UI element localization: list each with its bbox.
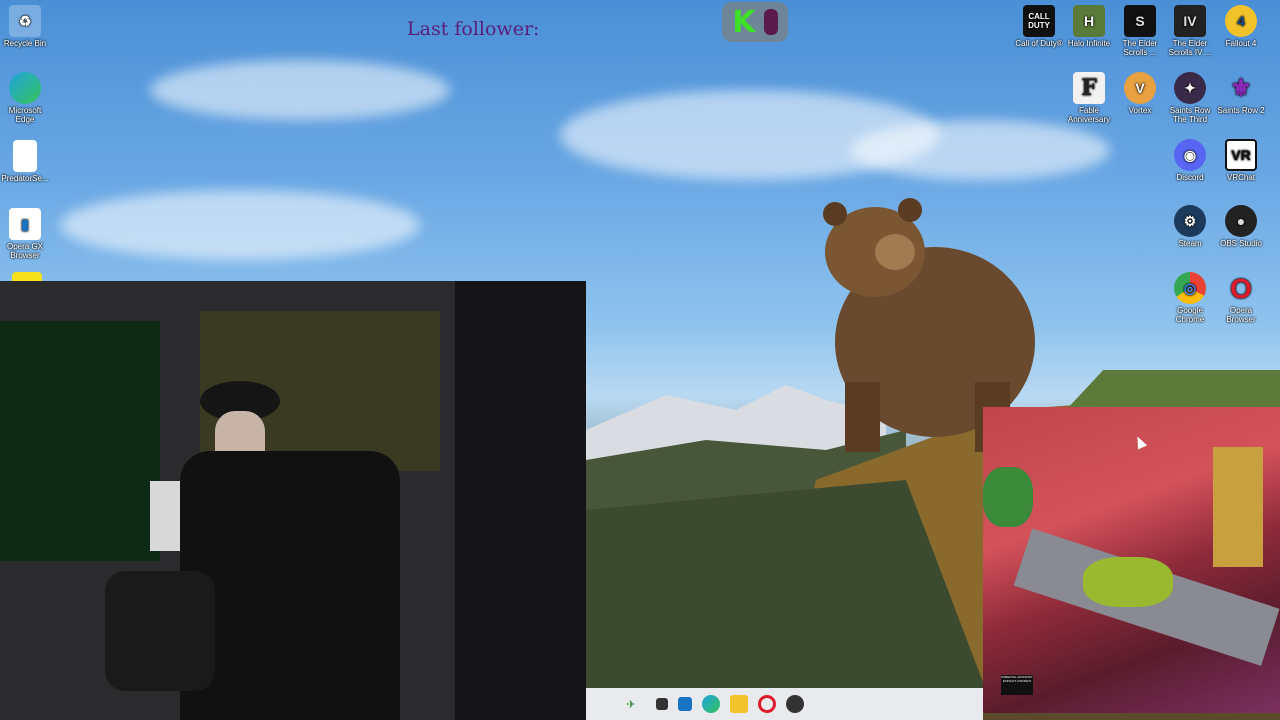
desktop-icon-discord[interactable]: ◉ Discord: [1165, 139, 1215, 182]
desktop-icon-fallout[interactable]: 4 Fallout 4: [1216, 5, 1266, 48]
opera-gx-icon: ▮: [9, 208, 41, 240]
file-explorer-icon[interactable]: [730, 695, 748, 713]
desktop-icon-opera[interactable]: O Opera Browser: [1216, 272, 1266, 324]
desktop-icon-label: Call of Duty®: [1015, 39, 1063, 48]
desktop-icon-label: VRChat: [1226, 173, 1255, 182]
widgets-icon[interactable]: [678, 697, 692, 711]
fable-icon: F: [1073, 72, 1105, 104]
desktop-icon-chrome[interactable]: ◎ Google Chrome: [1165, 272, 1215, 324]
desktop-icon-label: The Elder Scrolls IV ...: [1168, 39, 1212, 57]
desktop-icon-label: Saints Row The Third: [1169, 106, 1211, 124]
desktop-icon-saints-row-third[interactable]: ✦ Saints Row The Third: [1165, 72, 1215, 124]
partial-desktop-icon[interactable]: [12, 272, 42, 281]
wall-tapestry: [0, 321, 160, 561]
discord-icon: ◉: [1174, 139, 1206, 171]
desktop-icon-label: Microsoft Edge: [8, 106, 42, 124]
counter-letter: K: [732, 4, 756, 40]
parental-advisory-label: PARENTAL ADVISORY EXPLICIT CONTENT: [1001, 675, 1033, 695]
edge-icon[interactable]: [702, 695, 720, 713]
desktop-icon-label: Halo Infinite: [1067, 39, 1111, 48]
chrome-icon: ◎: [1174, 272, 1206, 304]
doorway: [455, 281, 586, 720]
desktop-icon-call-of-duty[interactable]: CALL DUTY Call of Duty®: [1014, 5, 1064, 48]
vortex-icon: V: [1124, 72, 1156, 104]
desktop-icon-steam[interactable]: ⚙ Steam: [1165, 205, 1215, 248]
file-icon: [13, 140, 37, 172]
saints-row-3-icon: ✦: [1174, 72, 1206, 104]
opera-icon: O: [1230, 272, 1252, 304]
elder-scrolls-iv-icon: IV: [1174, 5, 1206, 37]
desktop-icon-label: Saints Row 2: [1217, 106, 1265, 115]
steam-icon: ⚙: [1174, 205, 1206, 237]
green-cloud: [1083, 557, 1173, 607]
cloud: [60, 190, 420, 260]
cloud: [150, 60, 450, 120]
desktop-icon-vrchat[interactable]: VR VRChat: [1216, 139, 1266, 182]
desktop-icon-elder-scrolls[interactable]: S The Elder Scrolls ...: [1115, 5, 1165, 57]
desktop-icon-label: Opera GX Browser: [6, 242, 43, 260]
obs-icon: ●: [1225, 205, 1257, 237]
cloud: [850, 120, 1110, 180]
green-cloud: [983, 467, 1033, 527]
taskbar: ✈: [586, 688, 983, 720]
recycle-bin-icon: ♻: [9, 5, 41, 37]
desktop-icon-halo[interactable]: H Halo Infinite: [1064, 5, 1114, 48]
city-tower: [1213, 447, 1263, 567]
counter-value: 0: [763, 9, 778, 35]
desktop-icon-label: Recycle Bin: [3, 39, 47, 48]
desktop-icon-saints-row-2[interactable]: ⚜ Saints Row 2: [1216, 72, 1266, 115]
edge-icon: [9, 72, 41, 104]
obs-icon[interactable]: [786, 695, 804, 713]
elder-scrolls-icon: S: [1124, 5, 1156, 37]
desktop-icon-edge[interactable]: Microsoft Edge: [0, 72, 50, 124]
backpack: [105, 571, 215, 691]
halo-icon: H: [1073, 5, 1105, 37]
desktop-icon-vortex[interactable]: V Vortex: [1115, 72, 1165, 115]
kill-counter: K 0: [722, 2, 788, 42]
desktop-icon-label: Fallout 4: [1225, 39, 1257, 48]
desktop-icon-obs[interactable]: ● OBS Studio: [1216, 205, 1266, 248]
webcam-overlay: [0, 281, 586, 720]
saints-row-2-icon: ⚜: [1230, 74, 1252, 102]
desktop-icon-predator[interactable]: PredatorSe...: [0, 140, 50, 183]
desktop-icon-label: Vortex: [1128, 106, 1152, 115]
desktop-icon-recycle-bin[interactable]: ♻ Recycle Bin: [0, 5, 50, 48]
fallout-icon: 4: [1225, 5, 1257, 37]
desktop-icon-label: PredatorSe...: [1, 174, 49, 183]
desktop-icon-label: Fable Anniversary: [1067, 106, 1111, 124]
desktop-icon-elder-scrolls-iv[interactable]: IV The Elder Scrolls IV ...: [1165, 5, 1215, 57]
taskview-icon[interactable]: [656, 698, 668, 710]
desktop-icon-opera-gx[interactable]: ▮ Opera GX Browser: [0, 208, 50, 260]
desktop-icon-label: OBS Studio: [1220, 239, 1262, 248]
desktop-icon-label: Google Chrome: [1175, 306, 1205, 324]
vrchat-icon: VR: [1225, 139, 1257, 171]
desktop-icon-label: Discord: [1176, 173, 1204, 182]
last-follower-label: Last follower:: [407, 18, 540, 40]
desktop-icon-label: Opera Browser: [1226, 306, 1256, 324]
call-of-duty-icon: CALL DUTY: [1023, 5, 1055, 37]
start-icon[interactable]: ✈: [616, 695, 646, 713]
desktop-icon-fable[interactable]: F Fable Anniversary: [1064, 72, 1114, 124]
desktop-icon-label: Steam: [1178, 239, 1202, 248]
desktop-icon-label: The Elder Scrolls ...: [1122, 39, 1158, 57]
opera-icon[interactable]: [758, 695, 776, 713]
album-art-overlay: PARENTAL ADVISORY EXPLICIT CONTENT: [983, 407, 1280, 713]
